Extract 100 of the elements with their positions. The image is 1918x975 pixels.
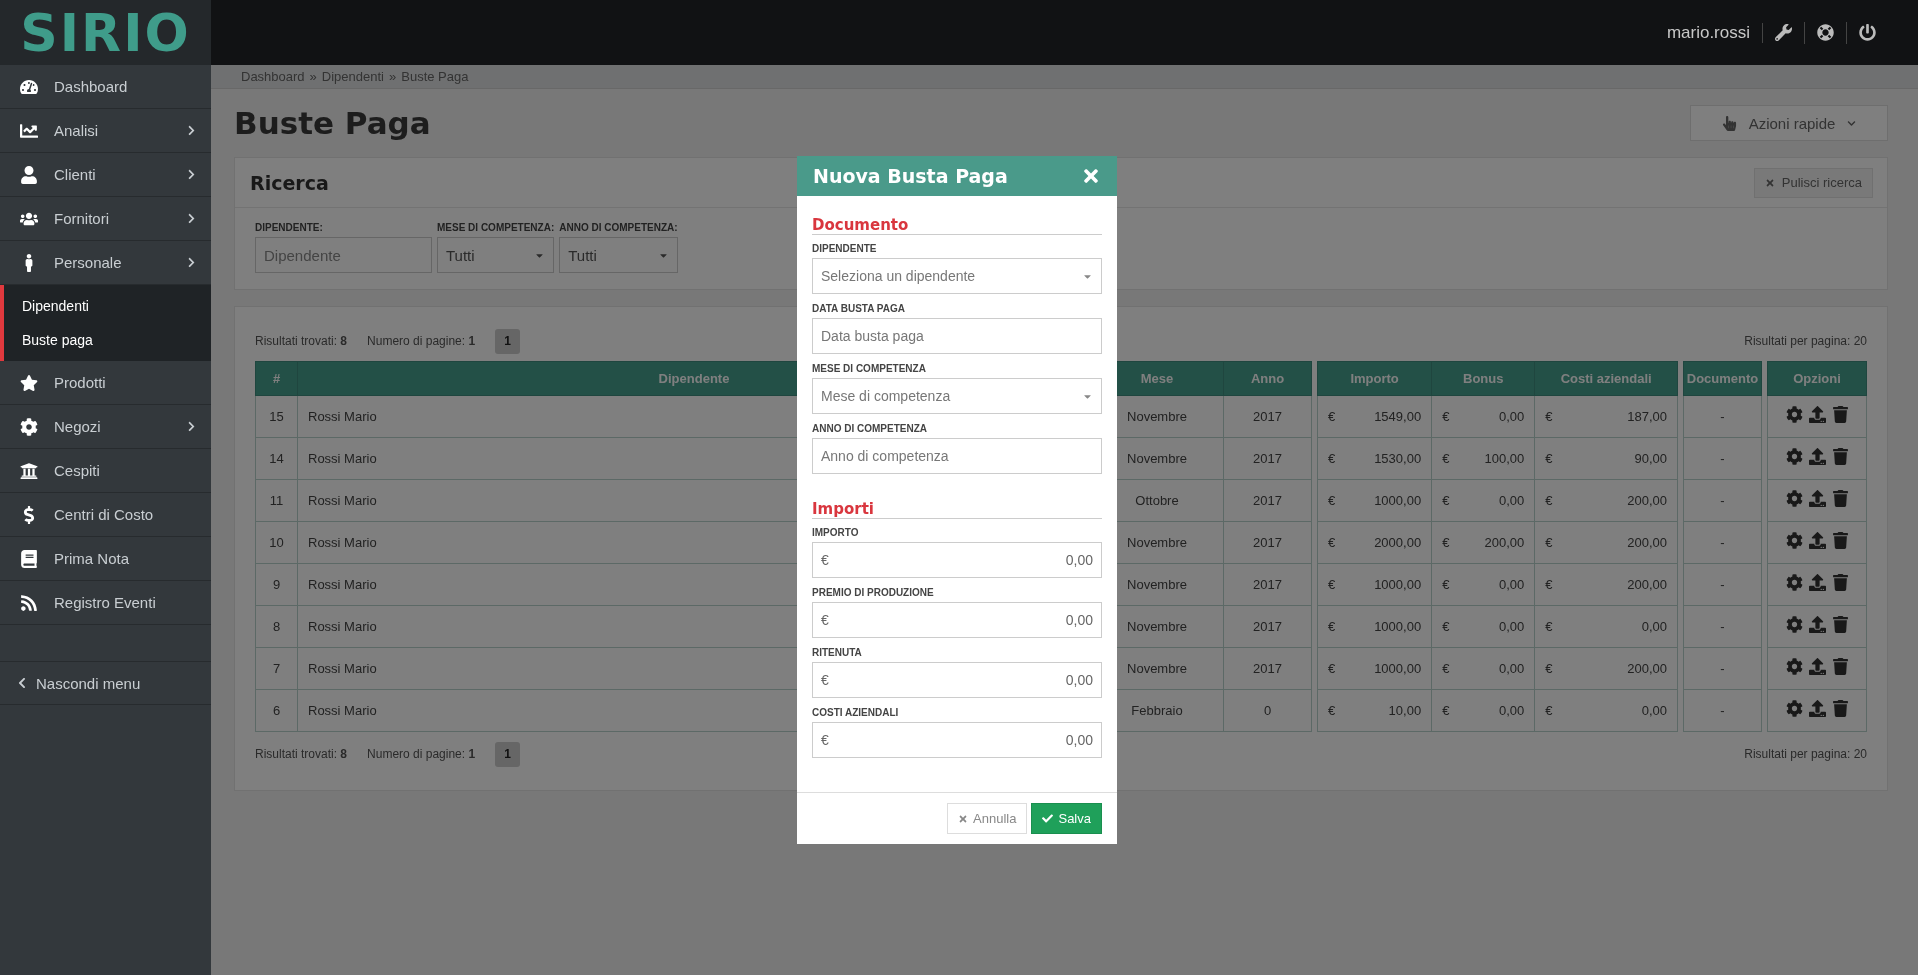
input-field[interactable]: Dipendente — [255, 237, 432, 273]
submenu-item[interactable]: Buste paga — [4, 323, 211, 357]
submenu-item[interactable]: Dipendenti — [4, 289, 211, 323]
save-button[interactable]: Salva — [1031, 803, 1102, 834]
chevron-icon — [16, 677, 28, 689]
table-cell: € 0,00 — [1431, 563, 1535, 606]
select-field[interactable]: Mese di competenza — [812, 378, 1102, 414]
x-icon — [1764, 177, 1775, 188]
sidebar-item[interactable]: Analisi — [0, 109, 211, 153]
page-button[interactable]: 1 — [495, 741, 521, 767]
table-cell: € 90,00 — [1534, 437, 1678, 480]
column-header: Documento — [1683, 361, 1762, 396]
page-count: Numero di pagine: 1 — [367, 334, 476, 348]
table-cell: € 200,00 — [1431, 521, 1535, 564]
x-icon — [958, 813, 969, 824]
chevron-icon — [186, 125, 197, 136]
sidebar-item[interactable]: Dashboard — [0, 65, 211, 109]
field-label: COSTI AZIENDALI — [812, 707, 900, 718]
table-cell: 10 — [255, 521, 298, 564]
sidebar-item[interactable]: Centri di Costo — [0, 493, 211, 537]
input-field[interactable]: € 0,00 — [812, 722, 1102, 758]
username[interactable]: mario.rossi — [1666, 22, 1763, 43]
table-cell: 9 — [255, 563, 298, 606]
table-cell: € 1000,00 — [1317, 605, 1432, 648]
chevron-icon — [186, 257, 197, 268]
hand-pointer-icon — [1721, 115, 1737, 131]
column-header: Importo — [1317, 361, 1432, 396]
results-per-page: Risultati per pagina: 20 — [1744, 334, 1867, 348]
hide-menu-link[interactable]: Nascondi menu — [0, 661, 211, 705]
field-label: DATA BUSTA PAGA — [812, 303, 906, 314]
table-cell: € 200,00 — [1534, 647, 1678, 690]
table-cell: - — [1683, 395, 1762, 438]
table-cell: € 200,00 — [1534, 479, 1678, 522]
table-cell: - — [1683, 647, 1762, 690]
breadcrumb-separator: » — [389, 69, 397, 84]
page-title: Buste Paga — [234, 105, 431, 141]
table-cell: € 1000,00 — [1317, 647, 1432, 690]
page-count: Numero di pagine: 1 — [367, 747, 476, 761]
select-field[interactable]: Tutti — [437, 237, 554, 273]
filter-label: DIPENDENTE: — [255, 222, 324, 233]
line-chart-icon — [20, 121, 38, 140]
table-cell: 8 — [255, 605, 298, 648]
sidebar-item[interactable]: Cespiti — [0, 449, 211, 493]
user-icon — [20, 165, 38, 184]
column-header: Costi aziendali — [1534, 361, 1678, 396]
table-cell: € 187,00 — [1534, 395, 1678, 438]
sidebar-item[interactable]: Registro Eventi — [0, 581, 211, 625]
chevron-icon — [186, 169, 197, 180]
table-cell: € 0,00 — [1431, 605, 1535, 648]
select-field[interactable]: Seleziona un dipendente — [812, 258, 1102, 294]
table-cell: € 200,00 — [1534, 521, 1678, 564]
table-cell: € 0,00 — [1431, 395, 1535, 438]
select-field[interactable]: Tutti — [559, 237, 679, 273]
table-cell: € 1000,00 — [1317, 479, 1432, 522]
gauge-icon — [20, 77, 38, 96]
input-field[interactable]: Data busta paga — [812, 318, 1102, 354]
table-cell: € 0,00 — [1431, 647, 1535, 690]
input-field[interactable]: € 0,00 — [812, 542, 1102, 578]
field-label: IMPORTO — [812, 527, 860, 538]
table-cell: 2017 — [1223, 521, 1312, 564]
section-title: Importi — [812, 500, 1102, 519]
field-label: DIPENDENTE — [812, 243, 878, 254]
table-cell: € 1549,00 — [1317, 395, 1432, 438]
table-cell: € 1530,00 — [1317, 437, 1432, 480]
close-icon[interactable] — [1081, 166, 1101, 186]
table-cell: € 0,00 — [1431, 689, 1535, 732]
table-cell: € 0,00 — [1534, 605, 1678, 648]
table-cell: - — [1683, 563, 1762, 606]
column-header: Anno — [1223, 361, 1312, 396]
table-cell: € 1000,00 — [1317, 563, 1432, 606]
breadcrumb-separator: » — [309, 69, 317, 84]
panel-title: Ricerca — [250, 171, 329, 194]
table-cell: - — [1683, 521, 1762, 564]
rss-icon — [20, 593, 38, 612]
sidebar-item[interactable]: Fornitori — [0, 197, 211, 241]
input-field[interactable]: Anno di competenza — [812, 438, 1102, 474]
results-count: Risultati trovati: 8 — [255, 747, 348, 761]
page-button[interactable]: 1 — [495, 328, 521, 354]
table-cell: 15 — [255, 395, 298, 438]
table-cell: 2017 — [1223, 647, 1312, 690]
sidebar-item[interactable]: Prodotti — [0, 361, 211, 405]
chevron-icon — [186, 421, 197, 432]
filter-label: MESE DI COMPETENZA: — [437, 222, 555, 233]
sidebar-item[interactable]: Clienti — [0, 153, 211, 197]
chevron-icon — [186, 213, 197, 224]
quick-actions-button[interactable]: Azioni rapide — [1690, 105, 1888, 141]
filter-label: ANNO DI COMPETENZA: — [559, 222, 679, 233]
cancel-button[interactable]: Annulla — [947, 803, 1028, 834]
modal-title: Nuova Busta Paga — [813, 165, 1008, 187]
input-field[interactable]: € 0,00 — [812, 602, 1102, 638]
table-cell: € 2000,00 — [1317, 521, 1432, 564]
input-field[interactable]: € 0,00 — [812, 662, 1102, 698]
table-cell: - — [1683, 479, 1762, 522]
sidebar-item[interactable]: Prima Nota — [0, 537, 211, 581]
section-title: Documento — [812, 216, 1102, 235]
table-cell: € 0,00 — [1431, 479, 1535, 522]
sidebar-item[interactable]: Negozi — [0, 405, 211, 449]
book-icon — [20, 549, 38, 568]
star-icon — [20, 373, 38, 392]
table-cell: € 10,00 — [1317, 689, 1432, 732]
